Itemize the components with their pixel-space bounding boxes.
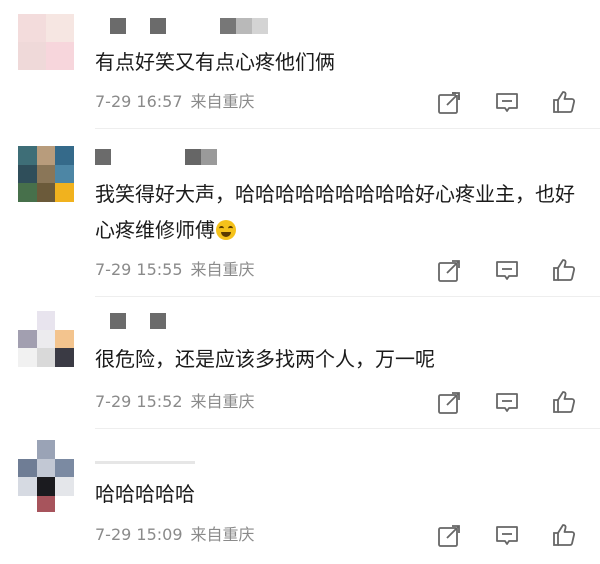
share-icon[interactable] — [436, 523, 462, 549]
comment-icon[interactable] — [494, 258, 520, 284]
comment-item: 哈哈哈哈哈 7-29 15:09 来自重庆 — [0, 430, 600, 564]
comment-icon[interactable] — [494, 390, 520, 416]
thumbs-up-icon[interactable] — [551, 89, 577, 115]
comment-item: 有点好笑又有点心疼他们俩 7-29 16:57 来自重庆 — [0, 0, 600, 130]
comment-icon[interactable] — [494, 523, 520, 549]
divider — [95, 428, 600, 429]
avatar[interactable] — [18, 146, 74, 202]
comment-text: 哈哈哈哈哈 — [95, 482, 195, 506]
comment-location: 来自重庆 — [190, 392, 255, 411]
comment-item: 很危险，还是应该多找两个人，万一呢 7-29 15:52 来自重庆 — [0, 297, 600, 430]
divider — [95, 128, 600, 129]
comment-location: 来自重庆 — [190, 525, 255, 544]
thumbs-up-icon[interactable] — [551, 257, 577, 283]
share-icon[interactable] — [436, 90, 462, 116]
comment-text: 我笑得好大声，哈哈哈哈哈哈哈哈哈好心疼业主，也好心疼维修师傅 — [95, 176, 582, 248]
comment-text: 很危险，还是应该多找两个人，万一呢 — [95, 347, 435, 371]
comment-time: 7-29 15:55 — [95, 260, 183, 279]
comment-location: 来自重庆 — [190, 260, 255, 279]
share-icon[interactable] — [436, 258, 462, 284]
comment-location: 来自重庆 — [190, 92, 255, 111]
comment-text-body: 我笑得好大声，哈哈哈哈哈哈哈哈哈好心疼业主，也好心疼维修师傅 — [95, 182, 575, 242]
comment-time: 7-29 15:09 — [95, 525, 183, 544]
comment-time: 7-29 15:52 — [95, 392, 183, 411]
thumbs-up-icon[interactable] — [551, 522, 577, 548]
avatar[interactable] — [18, 440, 74, 512]
comment-item: 我笑得好大声，哈哈哈哈哈哈哈哈哈好心疼业主，也好心疼维修师傅 7-29 15:5… — [0, 130, 600, 297]
comment-time: 7-29 16:57 — [95, 92, 183, 111]
comment-meta: 7-29 15:09 来自重庆 — [95, 525, 255, 545]
comment-meta: 7-29 15:55 来自重庆 — [95, 260, 255, 280]
comment-meta: 7-29 15:52 来自重庆 — [95, 392, 255, 412]
thumbs-up-icon[interactable] — [551, 389, 577, 415]
avatar[interactable] — [18, 14, 74, 70]
share-icon[interactable] — [436, 390, 462, 416]
comment-icon[interactable] — [494, 90, 520, 116]
comment-meta: 7-29 16:57 来自重庆 — [95, 92, 255, 112]
avatar[interactable] — [18, 311, 74, 367]
comment-text: 有点好笑又有点心疼他们俩 — [95, 50, 335, 74]
laughing-emoji-icon — [216, 220, 236, 240]
